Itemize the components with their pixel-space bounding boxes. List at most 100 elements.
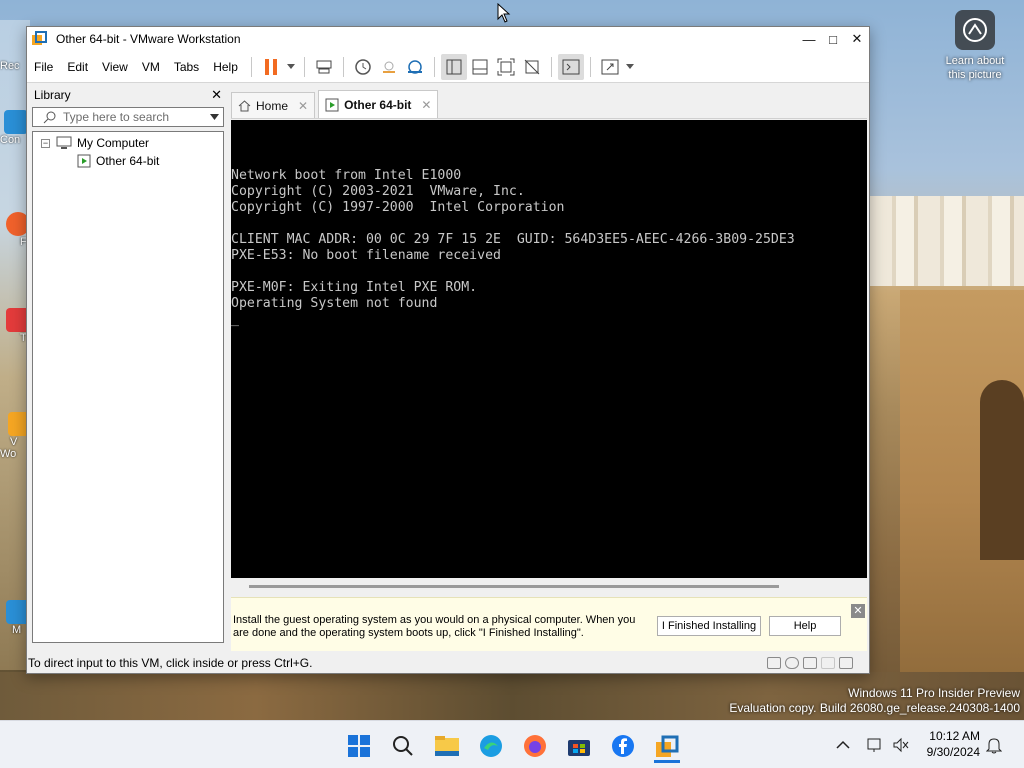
menu-vm[interactable]: VM bbox=[135, 60, 167, 74]
snapshot-clock-icon bbox=[355, 58, 371, 75]
toolbar-separator bbox=[342, 56, 344, 77]
speaker-muted-icon bbox=[893, 737, 909, 753]
snapshot-manager-icon bbox=[407, 59, 422, 74]
library-close-button[interactable]: ✕ bbox=[211, 87, 222, 103]
store-icon bbox=[568, 740, 590, 756]
maximize-button[interactable]: □ bbox=[821, 27, 845, 51]
vm-console-screen[interactable]: Network boot from Intel E1000 Copyright … bbox=[231, 120, 867, 578]
snapshot-manager-button[interactable] bbox=[402, 54, 428, 80]
toolbar-separator bbox=[250, 56, 252, 77]
unity-button[interactable] bbox=[519, 54, 545, 80]
taskbar-clock[interactable]: 10:12 AM 9/30/2024 bbox=[927, 728, 980, 760]
desktop-icon-t[interactable]: T bbox=[0, 308, 30, 344]
desktop-icon-firefox[interactable]: F bbox=[0, 212, 30, 248]
computer-icon bbox=[56, 136, 72, 149]
library-search-input[interactable]: Type here to search bbox=[57, 110, 210, 124]
clock-date: 9/30/2024 bbox=[926, 745, 980, 759]
evaluation-line-2: Evaluation copy. Build 26080.ge_release.… bbox=[729, 701, 1020, 715]
tree-item-my-computer[interactable]: − My Computer bbox=[33, 134, 223, 152]
firefox-icon bbox=[524, 735, 546, 757]
network-status-button[interactable] bbox=[866, 721, 884, 768]
show-library-button[interactable] bbox=[440, 53, 467, 80]
usb-icon[interactable] bbox=[821, 657, 835, 669]
library-view-icon bbox=[446, 59, 462, 74]
taskbar-file-explorer[interactable] bbox=[434, 733, 460, 759]
fullscreen-icon bbox=[497, 58, 515, 75]
menu-toolbar: File Edit View VM Tabs Help bbox=[27, 51, 869, 83]
menu-file[interactable]: File bbox=[27, 60, 60, 74]
stretch-icon bbox=[601, 59, 619, 74]
collapse-icon[interactable]: − bbox=[41, 138, 50, 148]
taskbar-vmware-workstation[interactable] bbox=[654, 733, 680, 763]
menu-help[interactable]: Help bbox=[206, 60, 245, 74]
console-view-button[interactable] bbox=[557, 53, 584, 80]
send-ctrl-alt-del-button[interactable] bbox=[311, 54, 337, 80]
minimize-button[interactable]: — bbox=[797, 27, 821, 51]
chevron-down-icon[interactable] bbox=[210, 114, 219, 120]
tab-close-icon[interactable]: ✕ bbox=[298, 99, 308, 113]
evaluation-watermark: Windows 11 Pro Insider Preview Evaluatio… bbox=[729, 686, 1020, 716]
take-snapshot-button[interactable] bbox=[350, 54, 376, 80]
tray-overflow-button[interactable] bbox=[836, 721, 850, 768]
scrollbar-thumb[interactable] bbox=[249, 585, 779, 588]
search-icon bbox=[393, 736, 413, 756]
taskbar-edge[interactable] bbox=[478, 733, 504, 759]
cd-drive-icon[interactable] bbox=[785, 657, 799, 669]
taskbar-search-button[interactable] bbox=[390, 733, 416, 759]
console-horizontal-scrollbar[interactable] bbox=[231, 579, 867, 593]
tab-other-64-bit[interactable]: Other 64-bit ✕ bbox=[318, 90, 439, 118]
desktop-icon-control-panel[interactable]: Con bbox=[0, 110, 28, 146]
message-log-icon[interactable] bbox=[839, 657, 853, 669]
library-search-box[interactable]: Type here to search bbox=[32, 107, 224, 127]
tab-close-icon[interactable]: ✕ bbox=[421, 98, 431, 112]
taskbar-facebook[interactable] bbox=[610, 733, 636, 759]
library-header: Library ✕ bbox=[31, 85, 225, 105]
full-screen-button[interactable] bbox=[493, 54, 519, 80]
title-bar[interactable]: Other 64-bit - VMware Workstation — □ ✕ bbox=[27, 27, 869, 51]
menu-tabs[interactable]: Tabs bbox=[167, 60, 206, 74]
desktop-icon-label: M bbox=[12, 624, 22, 636]
status-text: To direct input to this VM, click inside… bbox=[28, 656, 313, 670]
power-dropdown-button[interactable] bbox=[284, 54, 298, 80]
library-tree: − My Computer Other 64-bit bbox=[32, 131, 224, 643]
desktop-wallpaper-houses bbox=[870, 196, 1024, 286]
network-adapter-icon[interactable] bbox=[803, 657, 817, 669]
learn-about-picture[interactable]: Learn about this picture bbox=[940, 10, 1010, 82]
menu-view[interactable]: View bbox=[95, 60, 135, 74]
notifications-button[interactable] bbox=[986, 721, 1002, 768]
toolbar-separator bbox=[433, 56, 435, 77]
close-button[interactable]: ✕ bbox=[845, 27, 869, 51]
taskbar-firefox[interactable] bbox=[522, 733, 548, 759]
show-thumbnail-bar-button[interactable] bbox=[467, 54, 493, 80]
revert-snapshot-button[interactable] bbox=[376, 54, 402, 80]
vmware-workstation-icon bbox=[32, 31, 47, 45]
library-pane: Library ✕ Type here to search − My Compu… bbox=[31, 85, 225, 649]
tree-item-other-64-bit[interactable]: Other 64-bit bbox=[33, 152, 223, 170]
help-button[interactable]: Help bbox=[769, 616, 841, 636]
start-button[interactable] bbox=[346, 733, 372, 759]
taskbar-store[interactable] bbox=[566, 733, 592, 759]
learn-label: Learn about this picture bbox=[945, 55, 1005, 81]
menu-edit[interactable]: Edit bbox=[60, 60, 95, 74]
vm-running-icon bbox=[77, 154, 91, 168]
desktop-icon-label: Rec bbox=[0, 60, 20, 72]
volume-button[interactable] bbox=[892, 721, 910, 768]
pause-icon bbox=[264, 58, 277, 75]
stretch-guest-button[interactable] bbox=[597, 54, 623, 80]
tab-home[interactable]: Home ✕ bbox=[231, 92, 316, 118]
stretch-dropdown-button[interactable] bbox=[623, 54, 637, 80]
camera-icon bbox=[955, 10, 995, 50]
desktop-icon-m[interactable]: M bbox=[0, 600, 30, 636]
device-status-icons bbox=[767, 657, 869, 669]
close-notification-icon[interactable]: ✕ bbox=[851, 604, 865, 618]
desktop-icon-recycle-bin[interactable]: Rec bbox=[0, 60, 28, 72]
chevron-down-icon bbox=[286, 64, 295, 69]
network-icon bbox=[867, 738, 881, 752]
finished-installing-button[interactable]: I Finished Installing bbox=[657, 616, 761, 636]
hard-disk-icon[interactable] bbox=[767, 657, 781, 669]
pause-button[interactable] bbox=[258, 54, 284, 80]
revert-snapshot-icon bbox=[382, 61, 395, 73]
desktop-icon-vmware[interactable]: V Wo bbox=[0, 412, 32, 460]
tab-strip: Home ✕ Other 64-bit ✕ bbox=[231, 90, 867, 119]
windows-icon bbox=[348, 735, 370, 757]
